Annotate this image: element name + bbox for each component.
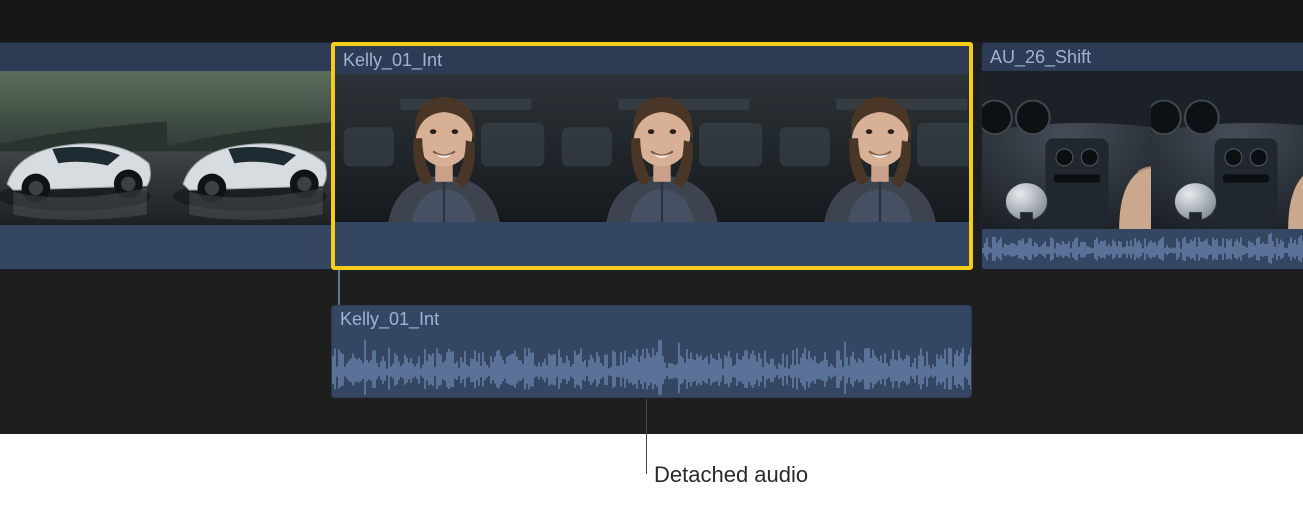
clip-thumbnail: [982, 71, 1151, 229]
clip-thumbnail: [167, 71, 332, 225]
clip-thumbnail: [553, 74, 771, 222]
clip-thumbnail: [771, 74, 969, 222]
video-clip[interactable]: AU_26_Shift: [981, 42, 1303, 270]
timeline[interactable]: Kelly_01_Int: [0, 0, 1303, 434]
clip-title: Kelly_01_Int: [343, 50, 442, 71]
annotation-leader-line: [646, 399, 647, 474]
detached-audio-clip[interactable]: Kelly_01_Int: [331, 305, 972, 398]
clip-thumbnail: [0, 71, 167, 225]
video-clip[interactable]: [0, 42, 333, 270]
filmstrip: [982, 71, 1303, 229]
clip-title: AU_26_Shift: [990, 47, 1091, 68]
clip-title: Kelly_01_Int: [340, 309, 439, 330]
clip-connector: [338, 270, 340, 305]
filmstrip: [0, 71, 332, 225]
clip-audio-lane[interactable]: [982, 229, 1303, 269]
annotation-area: [0, 434, 1303, 513]
clip-audio-lane[interactable]: [0, 225, 332, 269]
annotation-label: Detached audio: [654, 462, 808, 488]
filmstrip: [335, 74, 969, 222]
audio-waveform[interactable]: [332, 340, 971, 397]
timeline-top-strip: [0, 0, 1303, 42]
clip-audio-lane[interactable]: [335, 222, 969, 266]
video-clip[interactable]: Kelly_01_Int: [331, 42, 973, 270]
clip-thumbnail: [335, 74, 553, 222]
clip-thumbnail: [1151, 71, 1303, 229]
